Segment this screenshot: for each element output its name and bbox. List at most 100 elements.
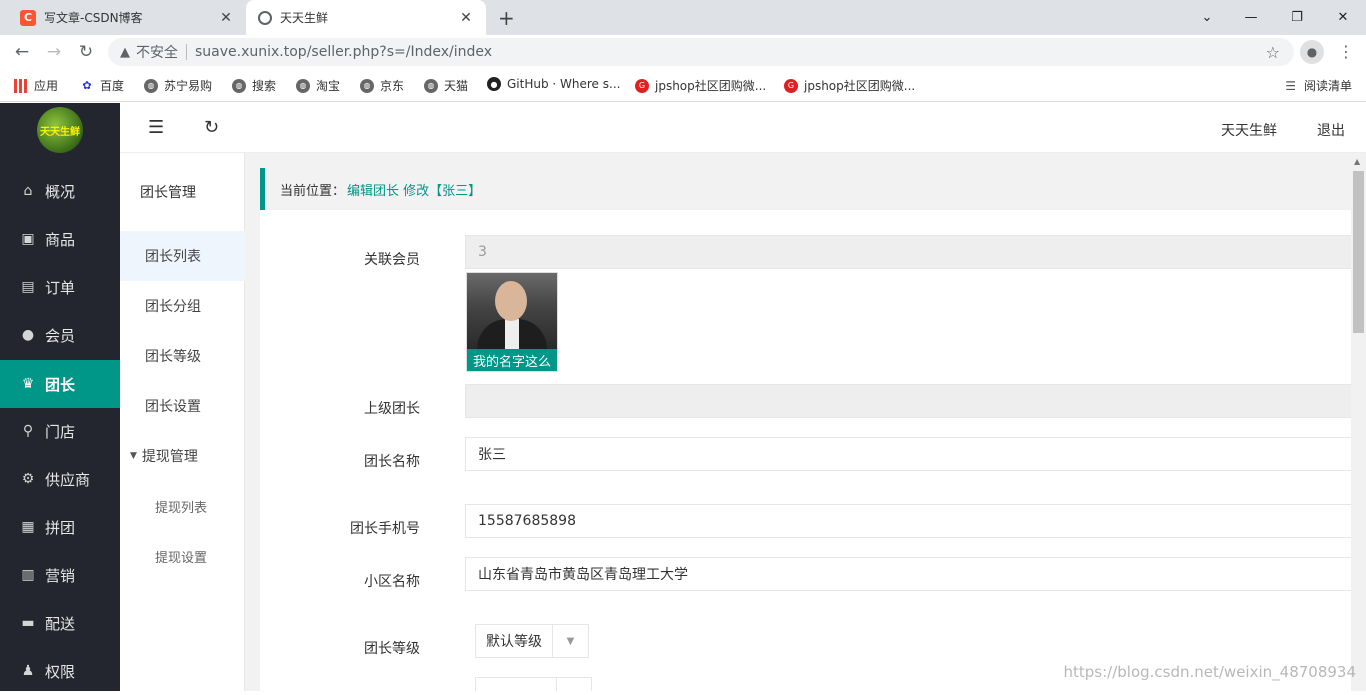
browser-menu-icon[interactable]: ⋮ xyxy=(1338,42,1354,61)
shop-logo[interactable]: 天天生鲜 xyxy=(37,107,83,153)
caret-down-icon: ▼ xyxy=(552,625,588,657)
bookmark-label: jpshop社区团购微... xyxy=(804,77,915,94)
sidebar-item-marketing[interactable]: ▥ 营销 xyxy=(0,551,120,599)
subnav-item-withdraw-list[interactable]: 提现列表 xyxy=(120,481,245,531)
collapse-menu-icon[interactable]: ☰ xyxy=(148,117,164,138)
bookmark-suning[interactable]: ◍ 苏宁易购 xyxy=(144,77,212,94)
scroll-up-icon[interactable]: ▲ xyxy=(1354,157,1360,166)
subnav-item-leader-group[interactable]: 团长分组 xyxy=(120,281,245,331)
sidebar-item-leader[interactable]: ♛ 团长 xyxy=(0,360,120,408)
reload-icon[interactable]: ↻ xyxy=(74,40,98,64)
bookmark-label: jpshop社区团购微... xyxy=(655,77,766,94)
close-window-button[interactable]: ✕ xyxy=(1320,0,1366,35)
sidebar-item-label: 会员 xyxy=(45,325,75,346)
logout-link[interactable]: 退出 xyxy=(1317,120,1345,140)
bookmark-github[interactable]: ● GitHub · Where s... xyxy=(487,77,620,91)
back-arrow-icon[interactable]: ← xyxy=(10,40,34,64)
sidebar-item-delivery[interactable]: ▬ 配送 xyxy=(0,599,120,647)
bookmark-label: 百度 xyxy=(100,77,124,94)
community-input[interactable]: 山东省青岛市黄岛区青岛理工大学 xyxy=(465,557,1351,591)
tab-search-icon[interactable]: ⌄ xyxy=(1184,0,1230,35)
order-icon: ▤ xyxy=(20,279,36,295)
reading-list-button[interactable]: ☰ 阅读清单 xyxy=(1285,77,1352,94)
leader-phone-input[interactable]: 15587685898 xyxy=(465,504,1351,538)
tab-title: 写文章-CSDN博客 xyxy=(44,9,218,26)
jpshop-icon: G xyxy=(784,79,798,93)
bookmark-star-icon[interactable]: ☆ xyxy=(1266,43,1280,62)
sidebar-item-group-buy[interactable]: ▦ 拼团 xyxy=(0,503,120,551)
warning-icon[interactable]: ▲ xyxy=(120,45,130,60)
page-scrollbar[interactable]: ▲ xyxy=(1351,153,1366,691)
close-icon[interactable]: ✕ xyxy=(218,10,234,26)
apps-grid-icon xyxy=(14,79,28,93)
browser-tab-active[interactable]: 天天生鲜 ✕ xyxy=(246,0,486,35)
close-icon[interactable]: ✕ xyxy=(458,10,474,26)
home-icon: ⌂ xyxy=(20,183,36,199)
sidebar-item-store[interactable]: ⚲ 门店 xyxy=(0,407,120,455)
subnav-item-leader-settings[interactable]: 团长设置 xyxy=(120,381,245,431)
breadcrumb-path[interactable]: 编辑团长 修改【张三】 xyxy=(347,180,481,199)
sidebar-item-goods[interactable]: ▣ 商品 xyxy=(0,215,120,263)
member-field: 3 xyxy=(465,235,1351,269)
member-label: 关联会员 xyxy=(260,249,420,269)
gift-icon: ▥ xyxy=(20,567,36,583)
subnav-group-withdraw[interactable]: ▼ 提现管理 xyxy=(120,431,245,481)
admin-app: 天天生鲜 ⌂ 概况 ▣ 商品 ▤ 订单 ● 会员 ♛ 团长 ⚲ 门店 ⚙ 供应商 xyxy=(0,103,1366,691)
bookmark-label: 应用 xyxy=(34,77,58,94)
sidebar-item-members[interactable]: ● 会员 xyxy=(0,311,120,359)
reading-list-icon: ☰ xyxy=(1285,79,1296,93)
top-header: ☰ ↻ 天天生鲜 退出 xyxy=(120,103,1366,153)
bookmark-jpshop-2[interactable]: G jpshop社区团购微... xyxy=(784,77,915,94)
url-text[interactable]: suave.xunix.top/seller.php?s=/Index/inde… xyxy=(195,44,492,60)
minimize-button[interactable]: — xyxy=(1228,0,1274,35)
divider xyxy=(186,44,187,60)
sidebar-item-permission[interactable]: ♟ 权限 xyxy=(0,647,120,695)
baidu-paw-icon: ✿ xyxy=(80,79,94,93)
leader-level-value: 默认等级 xyxy=(476,631,552,651)
globe-icon: ◍ xyxy=(360,79,374,93)
bookmarks-bar: 应用 ✿ 百度 ◍ 苏宁易购 ◍ 搜索 ◍ 淘宝 ◍ 京东 ◍ 天猫 ● Git… xyxy=(0,69,1366,102)
scrollbar-thumb[interactable] xyxy=(1353,171,1364,333)
refresh-icon[interactable]: ↻ xyxy=(204,117,219,138)
new-tab-button[interactable]: + xyxy=(498,6,515,30)
forward-arrow-icon[interactable]: → xyxy=(42,40,66,64)
bookmark-tmall[interactable]: ◍ 天猫 xyxy=(424,77,468,94)
leader-phone-label: 团长手机号 xyxy=(260,518,420,538)
caret-down-icon xyxy=(556,678,591,691)
store-icon: ⚲ xyxy=(20,423,36,439)
leader-level-select[interactable]: 默认等级 ▼ xyxy=(475,624,589,658)
sidebar-item-orders[interactable]: ▤ 订单 xyxy=(0,263,120,311)
browser-tab-csdn[interactable]: C 写文章-CSDN博客 ✕ xyxy=(8,0,246,35)
csdn-icon: C xyxy=(20,10,36,26)
bookmark-label: 苏宁易购 xyxy=(164,77,212,94)
security-label[interactable]: 不安全 xyxy=(136,42,178,62)
group-buy-icon: ▦ xyxy=(20,519,36,535)
jpshop-icon: G xyxy=(635,79,649,93)
profile-avatar-icon[interactable]: ● xyxy=(1300,40,1324,64)
crown-icon: ♛ xyxy=(20,376,36,392)
sidebar-item-label: 门店 xyxy=(45,421,75,442)
bookmark-baidu[interactable]: ✿ 百度 xyxy=(80,77,124,94)
subnav-item-leader-level[interactable]: 团长等级 xyxy=(120,331,245,381)
subnav-item-withdraw-settings[interactable]: 提现设置 xyxy=(120,531,245,581)
url-input[interactable]: ▲ 不安全 suave.xunix.top/seller.php?s=/Inde… xyxy=(108,38,1294,66)
truck-icon: ▬ xyxy=(20,615,36,631)
bookmark-jd[interactable]: ◍ 京东 xyxy=(360,77,404,94)
bookmark-jpshop-1[interactable]: G jpshop社区团购微... xyxy=(635,77,766,94)
avatar-caption: 我的名字这么 xyxy=(467,349,557,371)
sub-sidebar: 团长管理 团长列表 团长分组 团长等级 团长设置 ▼ 提现管理 提现列表 提现设… xyxy=(120,153,245,691)
restore-button[interactable]: ❐ xyxy=(1274,0,1320,35)
partial-select[interactable] xyxy=(475,677,592,691)
shop-name-link[interactable]: 天天生鲜 xyxy=(1221,120,1277,140)
subnav-item-leader-list[interactable]: 团长列表 xyxy=(120,231,245,281)
leader-name-input[interactable]: 张三 xyxy=(465,437,1351,471)
bookmark-apps[interactable]: 应用 xyxy=(14,77,58,94)
member-avatar-card[interactable]: 我的名字这么 xyxy=(466,272,558,372)
bookmark-taobao[interactable]: ◍ 淘宝 xyxy=(296,77,340,94)
edit-leader-form: 关联会员 3 我的名字这么 上级团长 团长名称 张三 团长手机号 1558768… xyxy=(260,210,1351,691)
sidebar-item-supplier[interactable]: ⚙ 供应商 xyxy=(0,455,120,503)
sidebar-item-overview[interactable]: ⌂ 概况 xyxy=(0,167,120,215)
breadcrumb: 当前位置： 编辑团长 修改【张三】 xyxy=(260,168,1351,210)
bookmark-search[interactable]: ◍ 搜索 xyxy=(232,77,276,94)
leader-name-label: 团长名称 xyxy=(260,451,420,471)
